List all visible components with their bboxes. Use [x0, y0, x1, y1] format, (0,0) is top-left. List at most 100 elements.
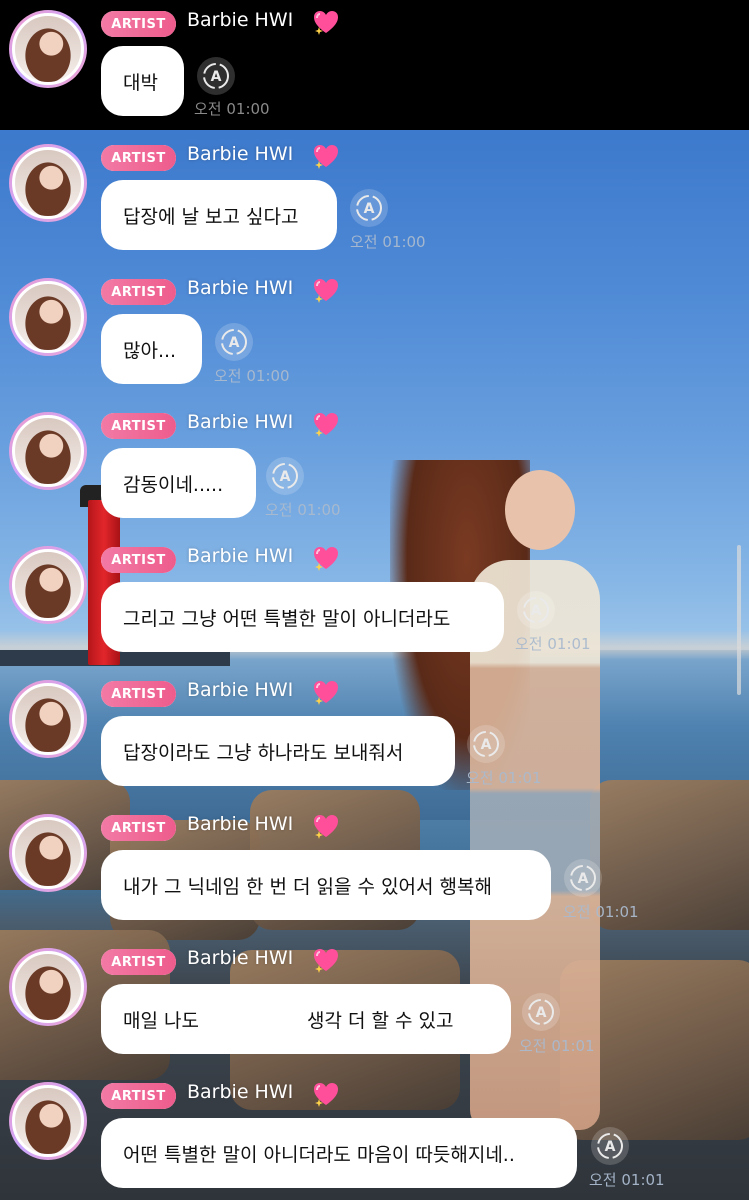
message-bubble[interactable]: 감동이네..... — [101, 448, 256, 518]
artist-badge-label: ARTIST — [101, 413, 176, 439]
avatar[interactable] — [9, 680, 87, 758]
chat-message: ARTIST Barbie HWI 답장에 날 보고 싶다고 A 오전 01:0… — [0, 134, 749, 259]
artist-badge-label: ARTIST — [101, 547, 176, 573]
sender-name: Barbie HWI — [187, 411, 294, 433]
message-text: 답장에 날 보고 싶다고 — [123, 205, 299, 228]
message-bubble[interactable]: 답장이라도 그냥 하나라도 보내줘서 — [101, 716, 455, 786]
message-text: 어떤 특별한 말이 아니더라도 마음이 따듯해지네.. — [123, 1143, 515, 1166]
sender-name: Barbie HWI — [187, 277, 294, 299]
avatar[interactable] — [9, 10, 87, 88]
sender-name: Barbie HWI — [187, 1081, 294, 1103]
avatar-photo — [12, 817, 84, 889]
message-time: 오전 01:01 — [563, 903, 639, 921]
svg-text:A: A — [280, 469, 291, 485]
sender-name: Barbie HWI — [187, 143, 294, 165]
message-bubble[interactable]: 어떤 특별한 말이 아니더라도 마음이 따듯해지네.. — [101, 1118, 577, 1188]
avatar[interactable] — [9, 278, 87, 356]
avatar-photo — [12, 549, 84, 621]
chat-message: ARTIST Barbie HWI 대박 A 오전 01:00 — [0, 0, 749, 125]
translate-icon[interactable]: A — [564, 859, 602, 897]
artist-badge-label: ARTIST — [101, 815, 176, 841]
avatar[interactable] — [9, 412, 87, 490]
artist-badge: ARTIST — [101, 681, 176, 707]
message-text: 많아... — [123, 339, 177, 362]
sparkling-heart-icon — [314, 815, 338, 839]
avatar-photo — [12, 13, 84, 85]
chat-message: ARTIST Barbie HWI 어떤 특별한 말이 아니더라도 마음이 따듯… — [0, 1072, 749, 1197]
artist-badge-label: ARTIST — [101, 145, 176, 171]
avatar[interactable] — [9, 546, 87, 624]
sender-name: Barbie HWI — [187, 947, 294, 969]
avatar[interactable] — [9, 948, 87, 1026]
avatar-photo — [12, 683, 84, 755]
message-time: 오전 01:01 — [466, 769, 542, 787]
svg-text:A: A — [229, 335, 240, 351]
artist-badge: ARTIST — [101, 413, 176, 439]
message-time: 오전 01:00 — [350, 233, 426, 251]
message-bubble[interactable]: 많아... — [101, 314, 202, 384]
artist-badge-label: ARTIST — [101, 681, 176, 707]
artist-badge-label: ARTIST — [101, 1083, 176, 1109]
message-text-after: 생각 더 할 수 있고 — [306, 1009, 454, 1032]
translate-icon[interactable]: A — [266, 457, 304, 495]
artist-badge-label: ARTIST — [101, 949, 176, 975]
artist-badge-label: ARTIST — [101, 11, 176, 37]
avatar[interactable] — [9, 814, 87, 892]
artist-badge-label: ARTIST — [101, 279, 176, 305]
translate-icon[interactable]: A — [591, 1127, 629, 1165]
message-bubble[interactable]: 매일 나도 생각 더 할 수 있고 — [101, 984, 511, 1054]
message-time: 오전 01:01 — [589, 1171, 665, 1189]
svg-text:A: A — [578, 871, 589, 887]
translate-icon[interactable]: A — [197, 57, 235, 95]
redacted-nickname — [198, 1009, 307, 1029]
avatar-photo — [12, 951, 84, 1023]
artist-badge: ARTIST — [101, 11, 176, 37]
message-text-before: 매일 나도 — [123, 1009, 199, 1032]
translate-icon[interactable]: A — [522, 993, 560, 1031]
sender-name: Barbie HWI — [187, 679, 294, 701]
sparkling-heart-icon — [314, 11, 338, 35]
translate-icon[interactable]: A — [215, 323, 253, 361]
translate-icon[interactable]: A — [467, 725, 505, 763]
message-bubble[interactable]: 답장에 날 보고 싶다고 — [101, 180, 337, 250]
chat-message: ARTIST Barbie HWI 감동이네..... A 오전 01:00 — [0, 402, 749, 527]
sender-name: Barbie HWI — [187, 813, 294, 835]
avatar-photo — [12, 415, 84, 487]
svg-text:A: A — [211, 69, 222, 85]
artist-badge: ARTIST — [101, 547, 176, 573]
artist-badge: ARTIST — [101, 279, 176, 305]
message-text: 감동이네..... — [123, 473, 224, 496]
message-time: 오전 01:01 — [515, 635, 591, 653]
message-bubble[interactable]: 그리고 그냥 어떤 특별한 말이 아니더라도 — [101, 582, 504, 652]
svg-text:A: A — [605, 1139, 616, 1155]
chat-message: ARTIST Barbie HWI 내가 그 닉네임 한 번 더 읽을 수 있어… — [0, 804, 749, 929]
chat-message: ARTIST Barbie HWI 답장이라도 그냥 하나라도 보내줘서 A 오… — [0, 670, 749, 795]
svg-text:A: A — [531, 603, 542, 619]
sparkling-heart-icon — [314, 681, 338, 705]
message-time: 오전 01:00 — [214, 367, 290, 385]
message-bubble[interactable]: 대박 — [101, 46, 184, 116]
svg-text:A: A — [536, 1005, 547, 1021]
message-time: 오전 01:00 — [194, 100, 270, 118]
message-time: 오전 01:00 — [265, 501, 341, 519]
sparkling-heart-icon — [314, 547, 338, 571]
avatar-photo — [12, 147, 84, 219]
avatar[interactable] — [9, 1082, 87, 1160]
message-text: 답장이라도 그냥 하나라도 보내줘서 — [123, 741, 404, 764]
sparkling-heart-icon — [314, 145, 338, 169]
chat-message: ARTIST Barbie HWI 매일 나도 생각 더 할 수 있고 A 오전… — [0, 938, 749, 1063]
translate-icon[interactable]: A — [350, 189, 388, 227]
avatar-photo — [12, 281, 84, 353]
sparkling-heart-icon — [314, 949, 338, 973]
message-text: 대박 — [123, 71, 158, 94]
chat-screen: ARTIST Barbie HWI 대박 A 오전 01:00 ARTIST B… — [0, 0, 749, 1200]
message-time: 오전 01:01 — [519, 1037, 595, 1055]
sparkling-heart-icon — [314, 1083, 338, 1107]
artist-badge: ARTIST — [101, 145, 176, 171]
message-bubble[interactable]: 내가 그 닉네임 한 번 더 읽을 수 있어서 행복해 — [101, 850, 551, 920]
svg-text:A: A — [364, 201, 375, 217]
artist-badge: ARTIST — [101, 949, 176, 975]
translate-icon[interactable]: A — [517, 591, 555, 629]
sparkling-heart-icon — [314, 279, 338, 303]
avatar[interactable] — [9, 144, 87, 222]
